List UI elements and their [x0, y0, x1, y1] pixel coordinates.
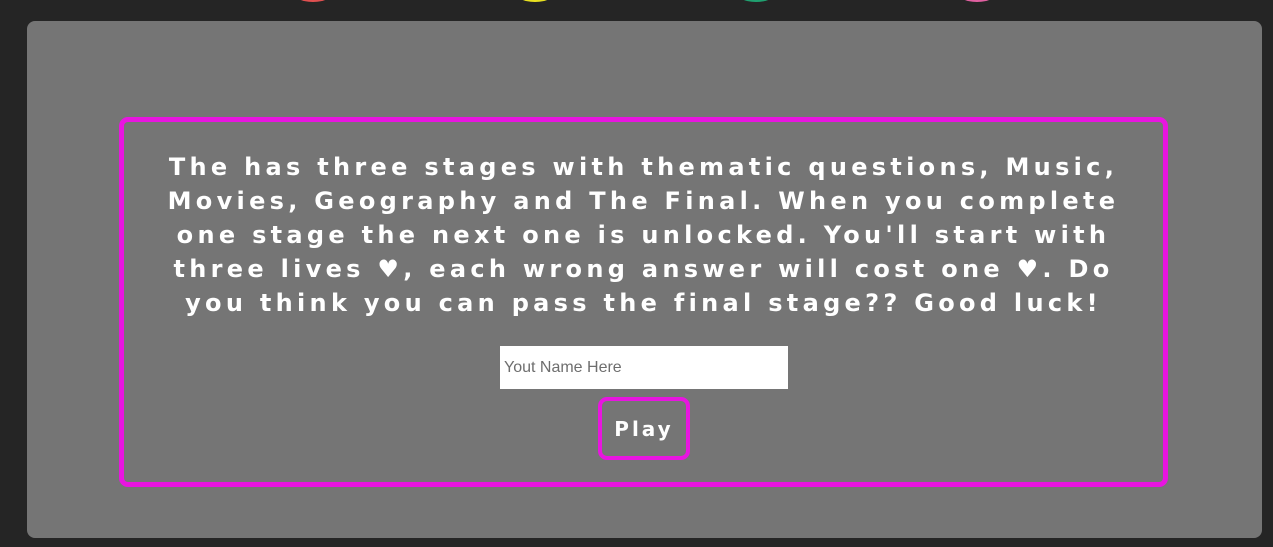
stage-dot-music	[291, 0, 335, 2]
player-name-input[interactable]	[500, 346, 788, 389]
intro-box: The has three stages with thematic quest…	[119, 117, 1168, 487]
main-panel: The has three stages with thematic quest…	[27, 21, 1262, 538]
stage-dot-geography	[734, 0, 778, 2]
stage-dot-final	[955, 0, 999, 2]
play-button[interactable]: Play	[598, 397, 690, 460]
stage-dot-movies	[513, 0, 557, 2]
game-instructions: The has three stages with thematic quest…	[167, 153, 1120, 317]
stage-indicators	[0, 0, 1273, 2]
